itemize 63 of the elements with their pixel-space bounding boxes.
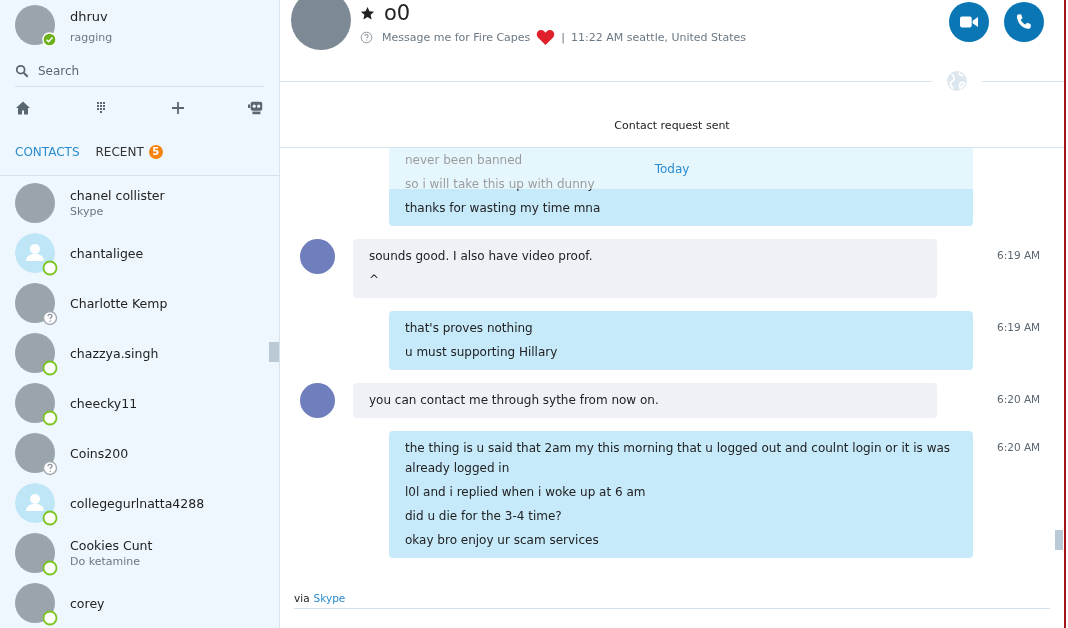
message-text: thanks for wasting my time mna	[405, 200, 601, 217]
contact-name: chanel collister	[70, 186, 165, 204]
message-time: 6:20 AM	[997, 393, 1041, 405]
contact-mood: Skype	[70, 203, 105, 220]
heart-icon	[536, 29, 556, 46]
skype-link[interactable]: Skype	[313, 592, 346, 604]
sender-photo-placeholder	[300, 383, 335, 418]
contact-item[interactable]: Cookies Cunt Do ketamine	[0, 528, 279, 578]
message-text: okay bro enjoy ur scam services	[405, 532, 599, 549]
date-label: Today	[654, 161, 690, 176]
robot-icon[interactable]	[247, 99, 264, 116]
contact-name: Charlotte Kemp	[70, 294, 168, 312]
contact-item[interactable]: Coins200	[0, 428, 279, 478]
local-time-location: 11:22 AM seattle, United States	[571, 31, 746, 44]
star-icon[interactable]	[360, 5, 375, 21]
message-text: did u die for the 3-4 time?	[405, 508, 562, 525]
message-text: l0l and i replied when i woke up at 6 am	[405, 484, 646, 501]
message-time: 6:19 AM	[997, 321, 1041, 333]
contact-item[interactable]: chantaligee	[0, 228, 279, 278]
video-call-button[interactable]	[949, 2, 989, 42]
separator-text: |	[561, 31, 566, 44]
contact-item[interactable]: collegegurlnatta4288	[0, 478, 279, 528]
profile-mood: ragging	[70, 30, 113, 46]
message-text: you can contact me through sythe from now on.	[369, 392, 659, 409]
scrollbar-thumb[interactable]	[269, 342, 279, 362]
contact-name: corey	[70, 594, 105, 612]
scrollbar-thumb[interactable]	[1055, 530, 1063, 550]
profile-avatar[interactable]	[15, 5, 55, 45]
message-text: that's proves nothing	[405, 320, 533, 337]
video-camera-icon	[960, 15, 978, 29]
contact-photo-placeholder	[291, 0, 351, 50]
plus-icon[interactable]	[170, 99, 187, 116]
contact-name: chantaligee	[70, 244, 144, 262]
message-text: never been banned	[405, 152, 523, 169]
contact-name: collegegurlnatta4288	[70, 494, 205, 512]
message-text: sounds good. I also have video proof.	[369, 248, 593, 265]
contact-mood: Do ketamine	[70, 553, 141, 570]
message-time: 6:19 AM	[997, 249, 1041, 261]
tab[interactable]: RECENT 5	[95, 144, 163, 159]
call-button[interactable]	[1004, 2, 1044, 42]
profile-name: dhruv	[70, 8, 109, 26]
message-time: 6:20 AM	[997, 441, 1041, 453]
sender-photo-placeholder	[300, 239, 335, 274]
contact-item[interactable]: chazzya.singh	[0, 328, 279, 378]
contact-item[interactable]: cheecky11	[0, 378, 279, 428]
search-icon	[15, 64, 29, 79]
phone-icon	[1015, 13, 1033, 31]
message-text: ^	[369, 272, 380, 289]
message-text: u must supporting Hillary	[405, 344, 558, 361]
contact-item[interactable]: corey	[0, 578, 279, 628]
search-field[interactable]: Search	[38, 64, 238, 79]
contact-name: cheecky11	[70, 394, 138, 412]
contact-name: chazzya.singh	[70, 344, 159, 362]
home-icon[interactable]	[15, 99, 31, 116]
contact-name: Cookies Cunt	[70, 536, 153, 554]
mood-message: Message me for Fire Capes	[382, 31, 531, 44]
contact-name: Coins200	[70, 444, 129, 462]
message-text: so i will take this up with dunny	[405, 176, 595, 193]
contact-item[interactable]: Charlotte Kemp	[0, 278, 279, 328]
contact-name: o0	[384, 0, 411, 26]
via-label: via	[294, 592, 310, 604]
count-badge: 5	[148, 144, 163, 159]
contact-item[interactable]: chanel collister Skype	[0, 178, 279, 228]
